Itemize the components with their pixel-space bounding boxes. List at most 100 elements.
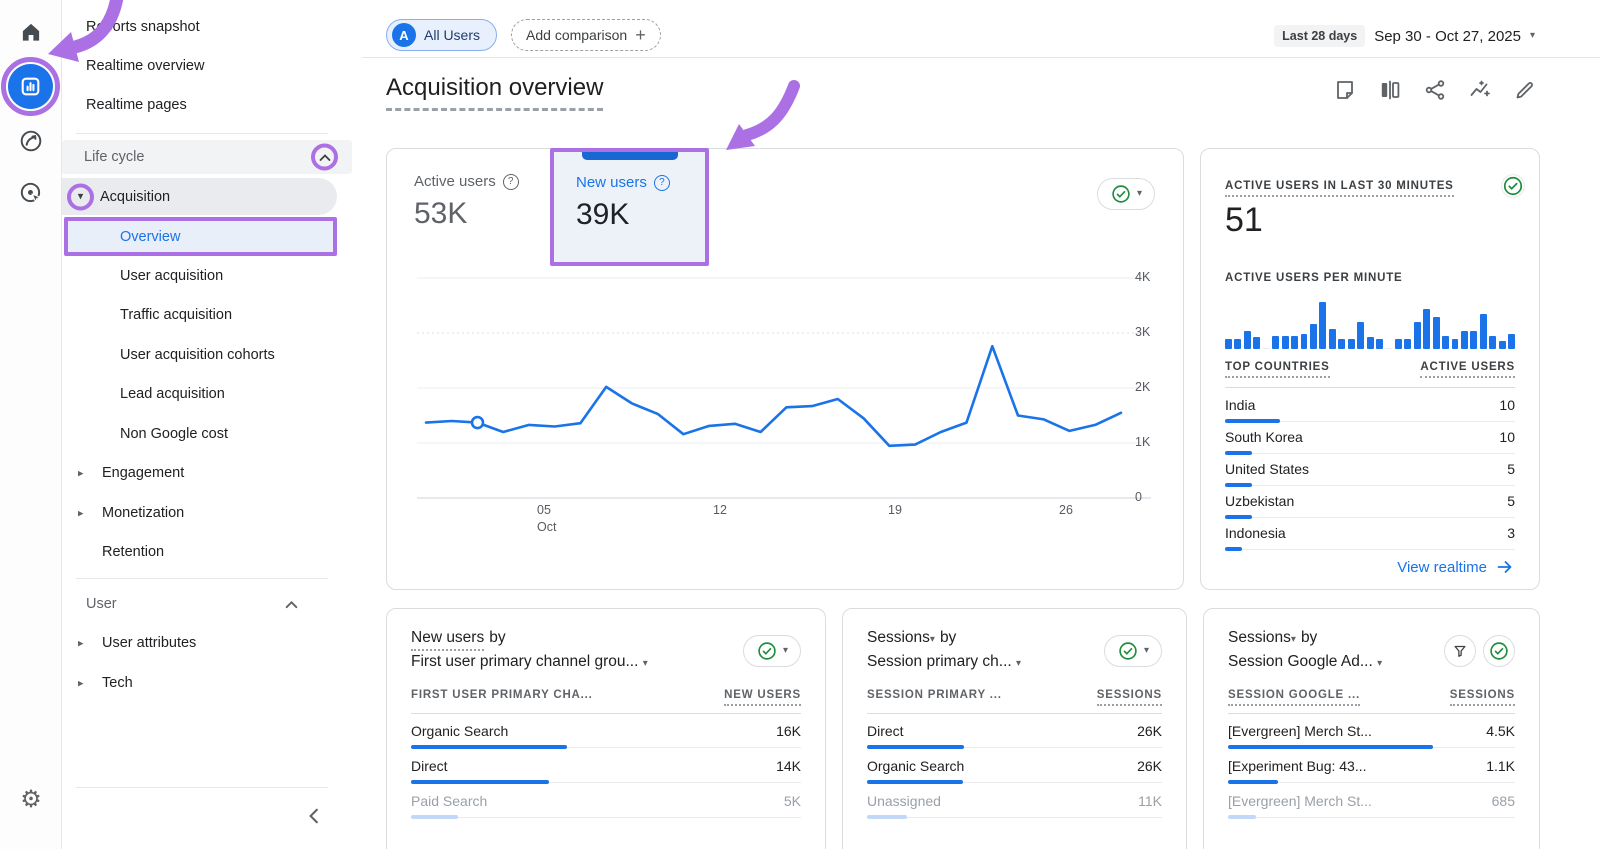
active-users-30min-value: 51 — [1225, 201, 1263, 240]
segment-avatar: A — [392, 23, 416, 47]
nav-divider — [76, 787, 328, 788]
add-comparison-button[interactable]: Add comparison + — [511, 19, 661, 51]
y-axis-tick: 4K — [1135, 270, 1171, 284]
settings-icon[interactable]: ⚙ — [17, 786, 45, 814]
check-circle-icon[interactable] — [1483, 635, 1515, 667]
data-quality-pill[interactable]: ▾ — [743, 635, 801, 667]
home-icon[interactable] — [17, 18, 45, 46]
realtime-title: ACTIVE USERS IN LAST 30 MINUTES — [1225, 180, 1454, 197]
advertising-icon[interactable] — [17, 179, 45, 207]
nav-item-realtime-overview[interactable]: Realtime overview — [86, 58, 204, 74]
channel-table: Organic Search16K Direct14K Paid Search5… — [411, 714, 801, 819]
active-users-per-minute-chart — [1225, 301, 1515, 349]
realtime-card: ACTIVE USERS IN LAST 30 MINUTES 51 ACTIV… — [1200, 148, 1540, 590]
table-row: Organic Search16K — [411, 714, 801, 749]
nav-item-user-attributes[interactable]: ▸ User attributes — [102, 635, 196, 651]
share-icon[interactable] — [1423, 78, 1447, 102]
caret-down-icon: ▾ — [930, 634, 935, 645]
dimension-dropdown[interactable]: First user primary channel grou... ▾ — [411, 653, 648, 671]
nav-section-life-cycle[interactable]: Life cycle — [62, 140, 352, 174]
metric-dropdown[interactable]: Sessions▾by — [867, 629, 956, 647]
edit-icon[interactable] — [1513, 78, 1537, 102]
data-quality-pill[interactable]: ▾ — [1097, 178, 1155, 210]
page-title: Acquisition overview — [386, 74, 603, 102]
reports-nav-icon[interactable] — [8, 64, 53, 109]
table-row: [Evergreen] Merch St...685 — [1228, 784, 1515, 819]
note-icon[interactable] — [1333, 78, 1357, 102]
reports-nav: Reports snapshot Realtime overview Realt… — [62, 0, 362, 849]
new-users-by-channel-card: New usersby First user primary channel g… — [386, 608, 826, 849]
top-countries-table: India10 South Korea10 United States5 Uzb… — [1225, 389, 1515, 549]
x-axis-tick: 26 — [1059, 502, 1073, 519]
x-axis-tick: 12 — [713, 502, 727, 519]
y-axis-tick: 2K — [1135, 380, 1171, 394]
x-axis-tick: 19 — [888, 502, 902, 519]
check-circle-icon — [1117, 640, 1139, 662]
compare-icon[interactable] — [1378, 78, 1402, 102]
y-axis-tick: 3K — [1135, 325, 1171, 339]
country-row: Uzbekistan5 — [1225, 485, 1515, 517]
x-axis-tick: 05Oct — [537, 502, 556, 536]
insights-icon[interactable] — [1468, 78, 1492, 102]
nav-item-traffic-acquisition[interactable]: Traffic acquisition — [120, 307, 232, 323]
view-realtime-link[interactable]: View realtime — [1397, 557, 1515, 577]
check-circle-icon[interactable] — [1500, 173, 1526, 199]
collapse-nav-button[interactable] — [300, 802, 328, 830]
app-rail: ⚙ — [0, 0, 62, 849]
y-axis-tick: 1K — [1135, 435, 1171, 449]
nav-item-realtime-pages[interactable]: Realtime pages — [86, 97, 187, 113]
check-circle-icon — [1110, 183, 1132, 205]
metric-dropdown[interactable]: Sessions▾by — [1228, 629, 1317, 647]
table-row: Organic Search26K — [867, 749, 1162, 784]
nav-item-acquisition[interactable]: ▾ Acquisition — [62, 178, 337, 215]
country-row: United States5 — [1225, 453, 1515, 485]
country-row: Indonesia3 — [1225, 517, 1515, 549]
caret-right-icon: ▸ — [78, 677, 84, 690]
caret-down-icon: ▾ — [1377, 658, 1382, 669]
caret-down-icon: ▾ — [1144, 646, 1149, 656]
divider — [1225, 387, 1515, 388]
annotation-circle-collapse — [311, 144, 338, 171]
nav-item-overview-selected[interactable]: Overview — [64, 217, 337, 256]
nav-item-lead-acquisition[interactable]: Lead acquisition — [120, 386, 225, 402]
nav-item-user-acquisition-cohorts[interactable]: User acquisition cohorts — [120, 347, 275, 363]
nav-item-user-acquisition[interactable]: User acquisition — [120, 268, 223, 284]
table-row: Direct14K — [411, 749, 801, 784]
nav-divider — [76, 578, 328, 579]
metric-new-users-selected[interactable]: New users? 39K — [550, 148, 709, 266]
active-users-header: ACTIVE USERS — [1420, 361, 1515, 378]
caret-right-icon: ▸ — [78, 637, 84, 650]
nav-item-non-google-cost[interactable]: Non Google cost — [120, 426, 228, 442]
date-preset-badge: Last 28 days — [1274, 25, 1365, 47]
chevron-up-icon — [319, 153, 331, 161]
date-range-picker[interactable]: Last 28 days Sep 30 - Oct 27, 2025 ▾ — [1274, 25, 1535, 47]
selected-metric-indicator — [582, 152, 678, 160]
caret-down-icon: ▾ — [1530, 31, 1535, 41]
caret-down-icon: ▾ — [643, 658, 648, 669]
help-icon[interactable]: ? — [503, 174, 519, 190]
nav-item-reports-snapshot[interactable]: Reports snapshot — [86, 19, 200, 35]
table-row: Unassigned11K — [867, 784, 1162, 819]
channel-table: Direct26K Organic Search26K Unassigned11… — [867, 714, 1162, 819]
dimension-dropdown[interactable]: Session primary ch... ▾ — [867, 653, 1021, 671]
dimension-dropdown[interactable]: Session Google Ad... ▾ — [1228, 653, 1382, 671]
nav-item-monetization[interactable]: ▸ Monetization — [102, 505, 184, 521]
data-quality-pill[interactable]: ▾ — [1104, 635, 1162, 667]
nav-item-engagement[interactable]: ▸ Engagement — [102, 465, 184, 481]
campaign-table: [Evergreen] Merch St...4.5K [Experiment … — [1228, 714, 1515, 819]
arrow-right-icon — [1495, 557, 1515, 577]
annotation-circle-expand: ▾ — [67, 183, 94, 210]
per-minute-label: ACTIVE USERS PER MINUTE — [1225, 272, 1403, 284]
y-axis-tick: 0 — [1135, 490, 1171, 504]
nav-item-retention[interactable]: Retention — [102, 544, 164, 560]
all-users-segment-chip[interactable]: A All Users — [386, 19, 497, 51]
caret-down-icon: ▾ — [78, 191, 84, 202]
help-icon[interactable]: ? — [654, 175, 670, 191]
caret-down-icon: ▾ — [1291, 634, 1296, 645]
nav-divider — [76, 133, 328, 134]
filter-icon[interactable] — [1444, 635, 1476, 667]
nav-item-tech[interactable]: ▸ Tech — [102, 675, 133, 691]
explore-icon[interactable] — [17, 127, 45, 155]
metric-active-users[interactable]: Active users? 53K — [414, 173, 519, 231]
report-toolbar — [1333, 78, 1537, 102]
